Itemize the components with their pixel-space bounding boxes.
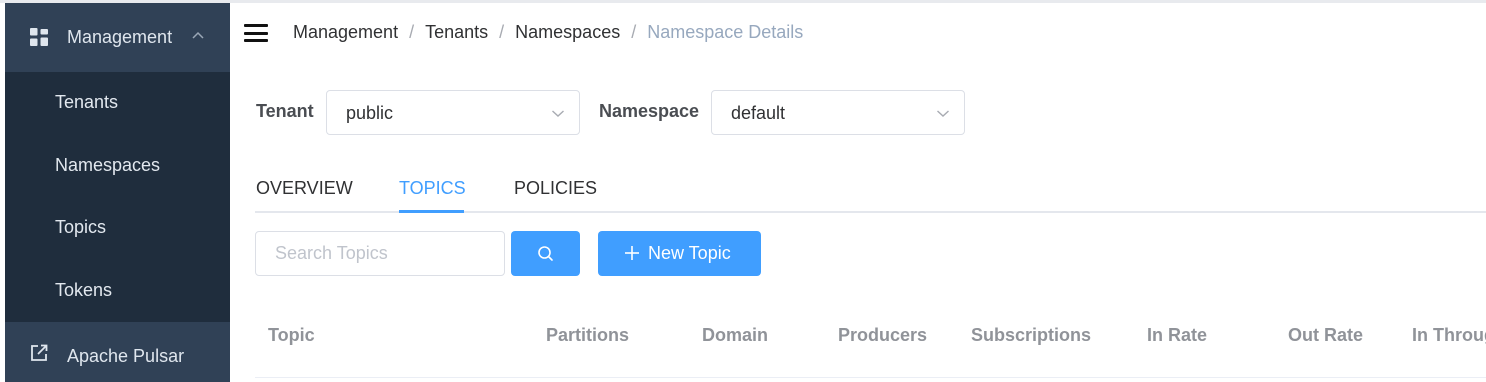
sidebar: Management Tenants Namespaces Topics Tok… bbox=[5, 3, 230, 382]
sidebar-item-namespaces[interactable]: Namespaces bbox=[5, 135, 230, 197]
sidebar-item-tenants[interactable]: Tenants bbox=[5, 72, 230, 134]
sidebar-item-label: Tokens bbox=[55, 280, 113, 300]
search-button[interactable] bbox=[511, 231, 580, 276]
tenant-label: Tenant bbox=[256, 101, 314, 121]
tab-overview[interactable]: OVERVIEW bbox=[256, 178, 353, 199]
breadcrumb-separator: / bbox=[631, 22, 637, 42]
sidebar-link-label: Apache Pulsar bbox=[67, 346, 185, 366]
sidebar-item-tokens[interactable]: Tokens bbox=[5, 260, 230, 322]
sidebar-item-topics[interactable]: Topics bbox=[5, 197, 230, 259]
breadcrumb: Management / Tenants / Namespaces / Namespace … bbox=[293, 22, 803, 43]
breadcrumb-current: Namespace Details bbox=[647, 22, 804, 42]
external-link-icon bbox=[31, 344, 48, 361]
breadcrumb-separator: / bbox=[409, 22, 415, 42]
column-header-subscriptions: Subscriptions bbox=[971, 325, 1092, 345]
new-topic-button[interactable]: New Topic bbox=[598, 231, 761, 276]
search-topics-input[interactable] bbox=[255, 231, 505, 276]
tab-policies[interactable]: POLICIES bbox=[514, 178, 597, 199]
column-header-domain: Domain bbox=[702, 325, 769, 345]
chevron-down-icon bbox=[552, 110, 564, 117]
breadcrumb-separator: / bbox=[499, 22, 505, 42]
column-header-partitions: Partitions bbox=[546, 325, 630, 345]
namespace-select[interactable]: default bbox=[711, 90, 965, 135]
sidebar-item-label: Topics bbox=[55, 217, 107, 237]
chevron-down-icon bbox=[937, 110, 949, 117]
namespace-select-value: default bbox=[731, 103, 786, 123]
sidebar-section-label: Management bbox=[67, 27, 173, 47]
grid-icon bbox=[30, 28, 48, 46]
breadcrumb-management[interactable]: Management bbox=[293, 22, 398, 42]
sidebar-link-apache-pulsar[interactable]: Apache Pulsar bbox=[5, 322, 230, 382]
breadcrumb-namespaces[interactable]: Namespaces bbox=[515, 22, 620, 42]
column-header-in-throughput: In Throug bbox=[1412, 325, 1486, 345]
column-header-topic: Topic bbox=[268, 325, 315, 345]
breadcrumb-tenants[interactable]: Tenants bbox=[425, 22, 488, 42]
search-icon bbox=[538, 246, 553, 261]
tab-topics[interactable]: TOPICS bbox=[399, 178, 466, 199]
chevron-up-icon bbox=[192, 31, 204, 39]
table-header-divider bbox=[255, 377, 1486, 378]
namespace-label: Namespace bbox=[599, 101, 700, 121]
sidebar-item-label: Namespaces bbox=[55, 155, 161, 175]
tenant-select[interactable]: public bbox=[326, 90, 580, 135]
column-header-producers: Producers bbox=[838, 325, 928, 345]
sidebar-section-management[interactable]: Management bbox=[5, 3, 230, 72]
column-header-in-rate: In Rate bbox=[1147, 325, 1208, 345]
new-topic-label: New Topic bbox=[648, 243, 731, 263]
sidebar-item-label: Tenants bbox=[55, 92, 119, 112]
column-header-out-rate: Out Rate bbox=[1288, 325, 1364, 345]
plus-icon bbox=[625, 246, 639, 260]
app-window: Management Tenants Namespaces Topics Tok… bbox=[0, 0, 1486, 382]
tenant-select-value: public bbox=[346, 103, 394, 123]
hamburger-icon[interactable] bbox=[244, 24, 268, 42]
active-tab-indicator bbox=[399, 210, 464, 213]
